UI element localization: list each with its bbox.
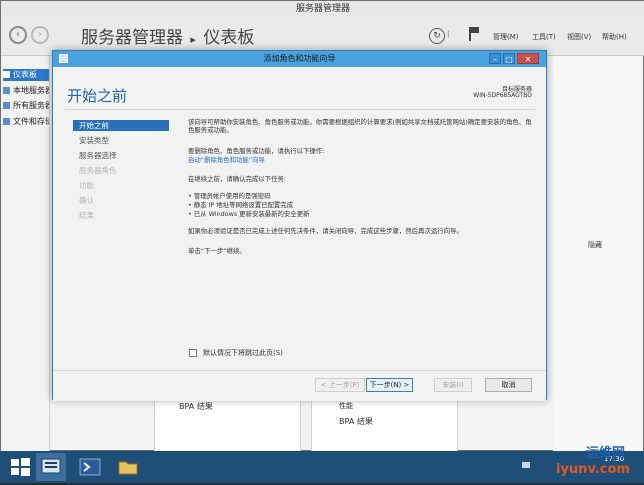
sidebar-item-label: 仪表板 — [13, 70, 37, 79]
folder-icon — [118, 461, 138, 475]
step-server-roles: 服务器角色 — [79, 166, 117, 175]
breadcrumb-app[interactable]: 服务器管理器 — [81, 28, 183, 48]
maximize-icon[interactable]: □ — [503, 53, 515, 64]
remove-roles-wizard-link[interactable]: 启动“删除角色和功能”向导 — [188, 156, 533, 164]
cancel-button[interactable]: 取消 — [485, 378, 532, 392]
powershell-icon — [79, 458, 101, 476]
dialog-titlebar[interactable]: 添加角色和功能向导 – □ ✕ — [53, 51, 546, 67]
remove-intro-text: 要删除角色、角色服务或功能，请执行以下操作: — [188, 147, 325, 155]
dialog-button-bar — [53, 370, 546, 401]
sidebar-item-label: 文件和存储服务 — [13, 117, 49, 126]
separator-bar: | — [447, 30, 450, 38]
tile-right-perf[interactable]: 性能 — [339, 401, 353, 411]
hide-welcome-link[interactable]: 隐藏 — [588, 240, 602, 250]
server-icon — [3, 87, 10, 94]
taskbar-server-manager[interactable] — [36, 453, 66, 481]
intro-text: 该向导可帮助你安装角色、角色服务或功能。你需要根据组织的计算要求(例如共享文档或… — [188, 118, 532, 135]
sidebar-item-dashboard[interactable]: 仪表板 — [3, 69, 49, 81]
dashboard-icon — [3, 71, 10, 78]
back-arrow-icon[interactable]: ‹ — [9, 26, 27, 44]
skip-page-checkbox-label[interactable]: 默认情况下将跳过此页(S) — [203, 348, 283, 358]
step-features: 功能 — [79, 181, 94, 190]
next-button[interactable]: 下一步(N) > — [366, 378, 413, 392]
continue-note-text: 单击“下一步”继续。 — [188, 247, 246, 255]
prereq-note-text: 如果你必须验证是否已完成上述任何先决条件，请关闭向导，完成这些步骤，然后再次运行… — [188, 227, 463, 235]
breadcrumb-page: 仪表板 — [203, 28, 255, 48]
step-installation-type[interactable]: 安装类型 — [73, 135, 169, 146]
tray-network-icon[interactable] — [522, 462, 530, 468]
breadcrumb-separator: ▸ — [190, 33, 196, 46]
sidebar-item-label: 本地服务器 — [13, 86, 49, 95]
storage-icon — [3, 118, 10, 125]
previous-button[interactable]: < 上一步(P) — [315, 378, 365, 392]
menu-tools[interactable]: 工具(T) — [532, 32, 556, 42]
dialog-divider — [65, 109, 535, 110]
bullet-text: 静态 IP 地址等网络设置已配置完成 — [193, 201, 294, 209]
sidebar-item-file-storage[interactable]: 文件和存储服务 — [3, 116, 49, 128]
skip-page-checkbox[interactable] — [189, 349, 197, 357]
confirm-intro-text: 在继续之前，请确认完成以下任务: — [188, 175, 287, 183]
sidebar-item-label: 所有服务器 — [13, 101, 49, 110]
add-roles-wizard-dialog: 添加角色和功能向导 – □ ✕ 开始之前 目标服务器 WIN-5DP685AGT… — [52, 50, 547, 401]
refresh-icon[interactable]: ↻ — [429, 28, 445, 44]
taskbar-file-explorer[interactable] — [114, 453, 144, 481]
notifications-flag-icon[interactable] — [471, 27, 479, 33]
forward-arrow-icon[interactable]: › — [31, 26, 49, 44]
dialog-title: 添加角色和功能向导 — [263, 54, 336, 63]
sidebar-item-local-server[interactable]: 本地服务器 — [3, 85, 49, 97]
taskbar-powershell[interactable] — [76, 453, 106, 481]
watermark-brand: 运维网 — [586, 446, 626, 461]
start-button[interactable] — [6, 453, 36, 481]
step-results: 结果 — [79, 211, 94, 220]
menu-view[interactable]: 视图(V) — [567, 32, 591, 42]
step-server-selection[interactable]: 服务器选择 — [73, 150, 169, 161]
step-before-you-begin[interactable]: 开始之前 — [73, 120, 169, 131]
task-bullet: • 静态 IP 地址等网络设置已配置完成 — [188, 201, 533, 209]
breadcrumb: 服务器管理器 ▸ 仪表板 — [81, 23, 254, 48]
sidebar-item-all-servers[interactable]: 所有服务器 — [3, 100, 49, 112]
server-manager-titlebar: 服务器管理器 — [1, 1, 644, 17]
servers-icon — [3, 102, 10, 109]
step-confirmation: 确认 — [79, 196, 94, 205]
menu-manage[interactable]: 管理(M) — [493, 32, 519, 42]
windows-logo-icon — [11, 458, 30, 476]
dashboard-right-panel — [553, 56, 643, 452]
bullet-text: 已从 Windows 更新安装最新的安全更新 — [193, 210, 310, 218]
dialog-heading: 开始之前 — [67, 87, 128, 105]
task-bullet: • 已从 Windows 更新安装最新的安全更新 — [188, 210, 533, 218]
tile-left-bpa[interactable]: BPA 结果 — [179, 401, 213, 412]
dashboard-tile-right[interactable] — [311, 399, 458, 453]
dashboard-tile-left[interactable] — [154, 399, 301, 453]
install-button[interactable]: 安装(I) — [434, 378, 472, 392]
bullet-text: 管理员帐户使用的是强密码 — [193, 192, 271, 200]
target-server-value: WIN-5DP685AGTBO — [473, 92, 532, 99]
task-bullet: • 管理员帐户使用的是强密码 — [188, 192, 533, 200]
menu-help[interactable]: 帮助(H) — [602, 32, 627, 42]
watermark-domain: iyunv.com — [556, 462, 630, 477]
minimize-icon[interactable]: – — [489, 53, 501, 64]
close-icon[interactable]: ✕ — [517, 53, 539, 64]
tile-right-bpa[interactable]: BPA 结果 — [339, 416, 373, 427]
server-manager-icon — [41, 458, 61, 474]
